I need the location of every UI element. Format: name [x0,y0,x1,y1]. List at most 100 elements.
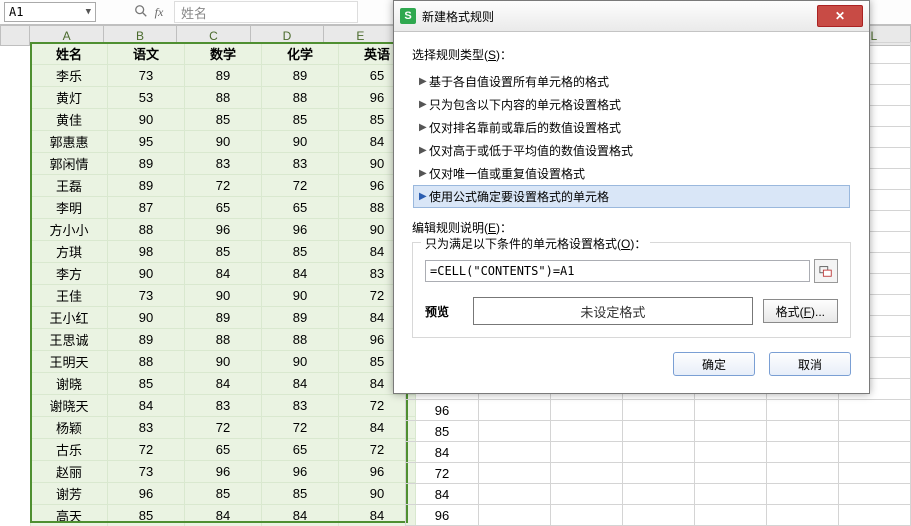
cell[interactable]: 84 [339,505,416,526]
cell[interactable]: 65 [185,439,262,461]
cell[interactable]: 90 [185,351,262,373]
cell[interactable]: 96 [108,483,185,505]
cell[interactable] [478,505,550,526]
cell[interactable]: 谢晓天 [31,395,108,417]
cell[interactable]: 72 [339,395,416,417]
cell[interactable]: 88 [108,219,185,241]
cell[interactable]: 88 [185,87,262,109]
cell[interactable]: 85 [108,505,185,526]
cell[interactable]: 73 [108,285,185,307]
cell[interactable]: 95 [108,131,185,153]
close-button[interactable]: ✕ [817,5,863,27]
cell[interactable]: 84 [108,395,185,417]
cell[interactable]: 72 [262,417,339,439]
cell[interactable]: 谢芳 [31,483,108,505]
cell[interactable] [550,505,622,526]
cell[interactable] [766,484,838,505]
cell[interactable]: 90 [185,285,262,307]
rule-type-item[interactable]: ▶仅对高于或低于平均值的数值设置格式 [413,139,850,162]
cell[interactable]: 84 [262,373,339,395]
cell[interactable]: 90 [262,351,339,373]
select-all-corner[interactable] [1,26,30,46]
cell[interactable]: 65 [185,197,262,219]
formula-input[interactable]: 姓名 [174,1,358,23]
cell[interactable] [622,484,694,505]
cell[interactable]: 89 [185,307,262,329]
cell[interactable] [694,421,766,442]
cell[interactable]: 72 [339,439,416,461]
cell[interactable]: 85 [108,373,185,395]
cell[interactable] [694,484,766,505]
cell[interactable]: 古乐 [31,439,108,461]
cell[interactable] [478,463,550,484]
cell[interactable]: 96 [185,461,262,483]
cell[interactable]: 96 [185,219,262,241]
cell[interactable]: 90 [108,307,185,329]
cell[interactable] [766,421,838,442]
cell[interactable]: 王思诚 [31,329,108,351]
cell[interactable]: 90 [262,131,339,153]
cell[interactable] [838,484,910,505]
cell[interactable] [838,463,910,484]
cell[interactable]: 黄灯 [31,87,108,109]
cell[interactable]: 83 [108,417,185,439]
cell[interactable]: 84 [185,263,262,285]
rule-type-item[interactable]: ▶使用公式确定要设置格式的单元格 [413,185,850,208]
cell[interactable] [550,421,622,442]
cell[interactable] [550,484,622,505]
cell[interactable]: 85 [262,109,339,131]
cell[interactable]: 83 [262,153,339,175]
cell[interactable]: 84 [185,373,262,395]
cell[interactable] [838,442,910,463]
cell[interactable]: 65 [262,197,339,219]
cell[interactable]: 85 [262,241,339,263]
cell[interactable]: 96 [406,505,479,526]
cell[interactable] [622,442,694,463]
cell[interactable]: 郭惠惠 [31,131,108,153]
cell[interactable]: 84 [339,417,416,439]
cell[interactable] [838,505,910,526]
cell[interactable] [766,400,838,421]
cell[interactable]: 90 [108,263,185,285]
cell[interactable]: 85 [185,109,262,131]
cell[interactable]: 89 [108,329,185,351]
cell[interactable]: 84 [262,263,339,285]
rule-type-item[interactable]: ▶基于各自值设置所有单元格的格式 [413,70,850,93]
cell[interactable]: 90 [339,483,416,505]
cell[interactable]: 谢晓 [31,373,108,395]
cancel-button[interactable]: 取消 [769,352,851,376]
cell[interactable]: 72 [108,439,185,461]
cell[interactable]: 方小小 [31,219,108,241]
cell[interactable]: 89 [108,175,185,197]
range-picker-icon[interactable] [814,259,838,283]
cell[interactable]: 李方 [31,263,108,285]
cell[interactable]: 84 [185,505,262,526]
data-header[interactable]: 姓名 [31,43,108,65]
formula-field[interactable] [425,260,810,282]
cell[interactable]: 72 [262,175,339,197]
cell[interactable]: 85 [185,483,262,505]
cell[interactable] [478,442,550,463]
selected-data-range[interactable]: 姓名语文数学化学英语李乐73898965黄灯53888896黄佳90858585… [30,42,416,526]
cell[interactable] [838,421,910,442]
cell[interactable]: 李乐 [31,65,108,87]
cell[interactable] [622,421,694,442]
cell[interactable] [766,442,838,463]
cell[interactable] [694,505,766,526]
cell[interactable]: 王磊 [31,175,108,197]
cell[interactable] [766,463,838,484]
cell[interactable]: 赵丽 [31,461,108,483]
cell[interactable]: 85 [406,421,479,442]
cell[interactable]: 96 [406,400,479,421]
cell[interactable] [694,442,766,463]
cell[interactable]: 90 [262,285,339,307]
cell[interactable]: 90 [185,131,262,153]
data-header[interactable]: 化学 [262,43,339,65]
cell[interactable] [694,463,766,484]
cell[interactable] [478,421,550,442]
cell[interactable]: 88 [185,329,262,351]
data-header[interactable]: 语文 [108,43,185,65]
cell[interactable]: 杨颖 [31,417,108,439]
search-icon[interactable] [132,4,150,21]
cell[interactable]: 84 [406,484,479,505]
